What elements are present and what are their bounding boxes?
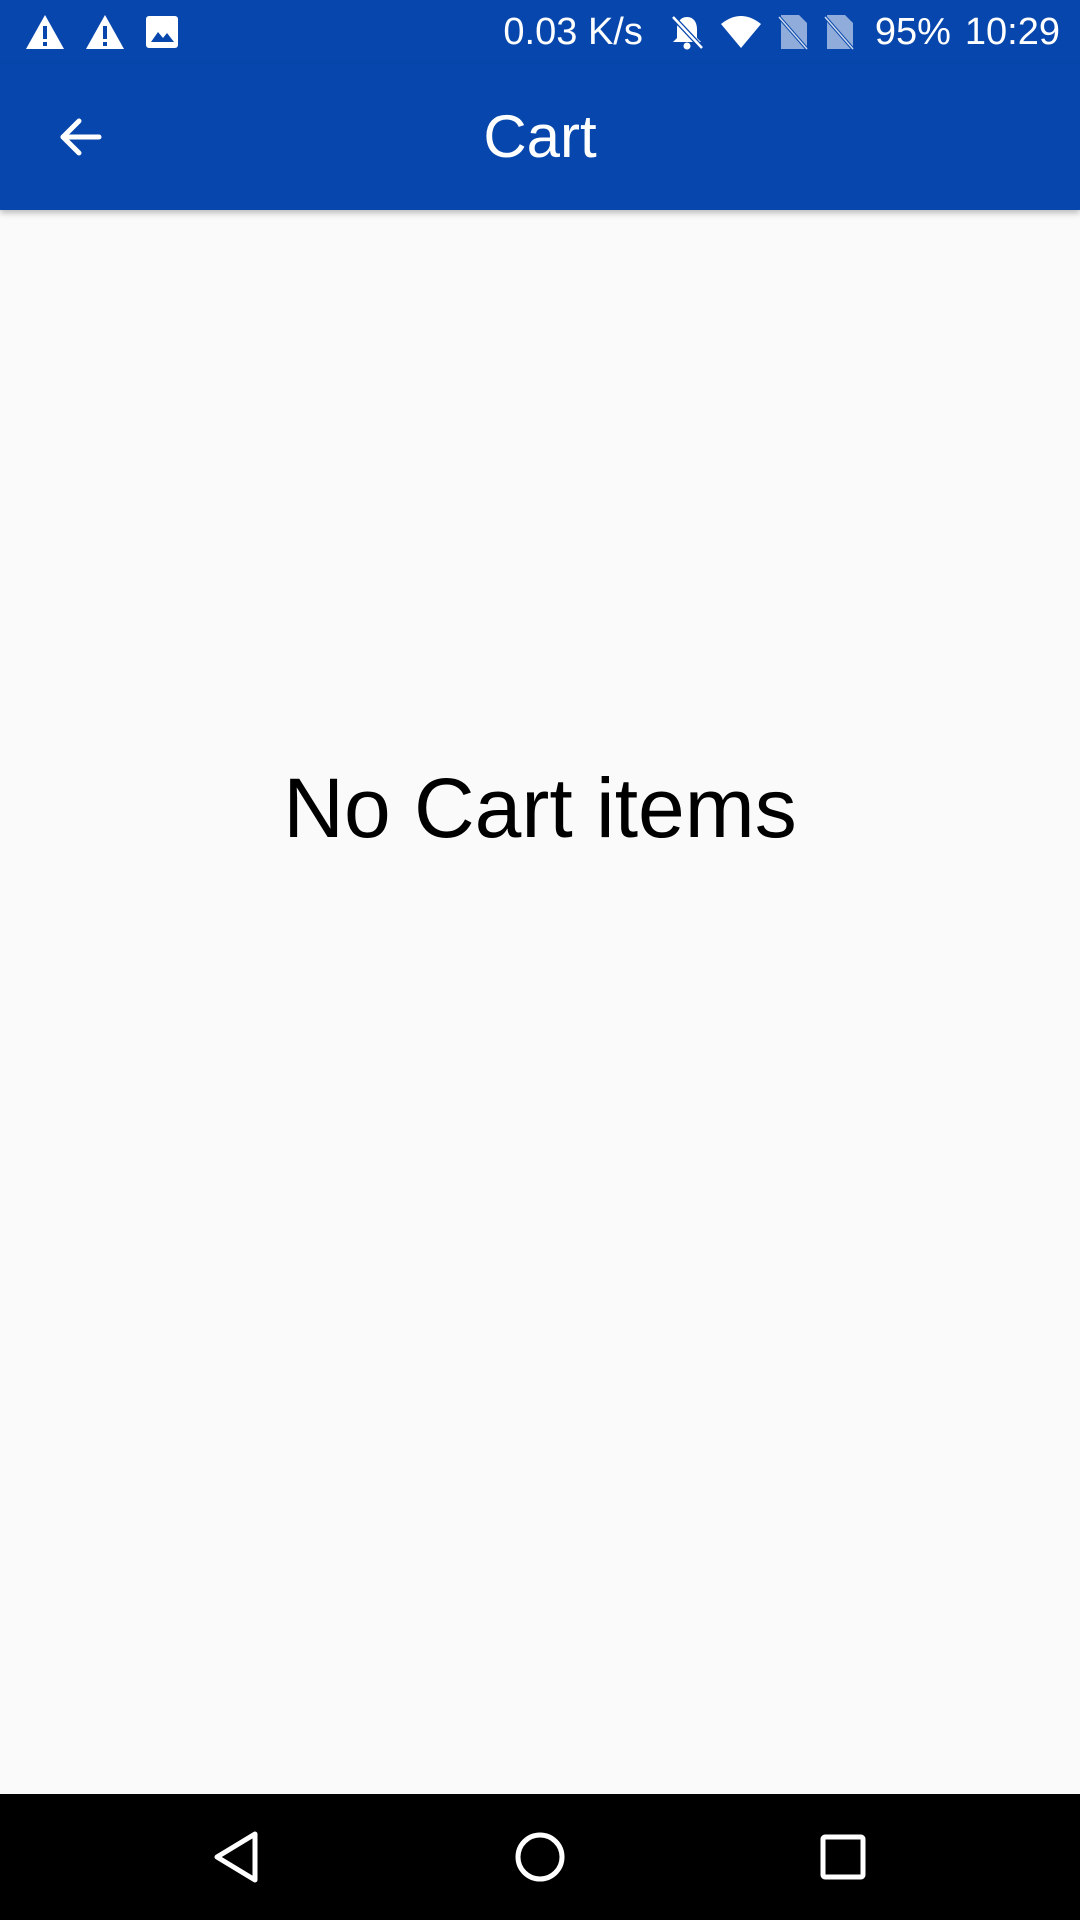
recents-square-icon: [818, 1832, 868, 1882]
app-bar: Cart: [0, 64, 1080, 210]
nav-back-button[interactable]: [196, 1817, 276, 1897]
status-bar: 0.03 K/s 95% 10:29: [0, 0, 1080, 64]
image-icon: [144, 14, 180, 50]
status-left-icons: [24, 10, 180, 54]
status-right-area: 0.03 K/s 95% 10:29: [503, 0, 1060, 64]
clock-time: 10:29: [964, 11, 1060, 53]
nav-home-button[interactable]: [500, 1817, 580, 1897]
no-sim-icon: [777, 13, 809, 51]
battery-level: 95%: [874, 11, 951, 53]
arrow-back-icon: [57, 113, 105, 161]
nav-recents-button[interactable]: [803, 1817, 883, 1897]
notifications-off-icon: [669, 13, 705, 51]
system-navigation-bar: [0, 1794, 1080, 1920]
page-title: Cart: [483, 103, 597, 170]
home-circle-icon: [513, 1830, 567, 1884]
no-sim-icon: [823, 13, 855, 51]
warning-icon: [84, 13, 126, 51]
empty-cart-message: No Cart items: [283, 761, 797, 855]
back-triangle-icon: [211, 1830, 261, 1884]
wifi-icon: [719, 14, 763, 50]
warning-icon: [24, 13, 66, 51]
back-button[interactable]: [34, 90, 128, 184]
network-speed: 0.03 K/s: [503, 11, 643, 53]
